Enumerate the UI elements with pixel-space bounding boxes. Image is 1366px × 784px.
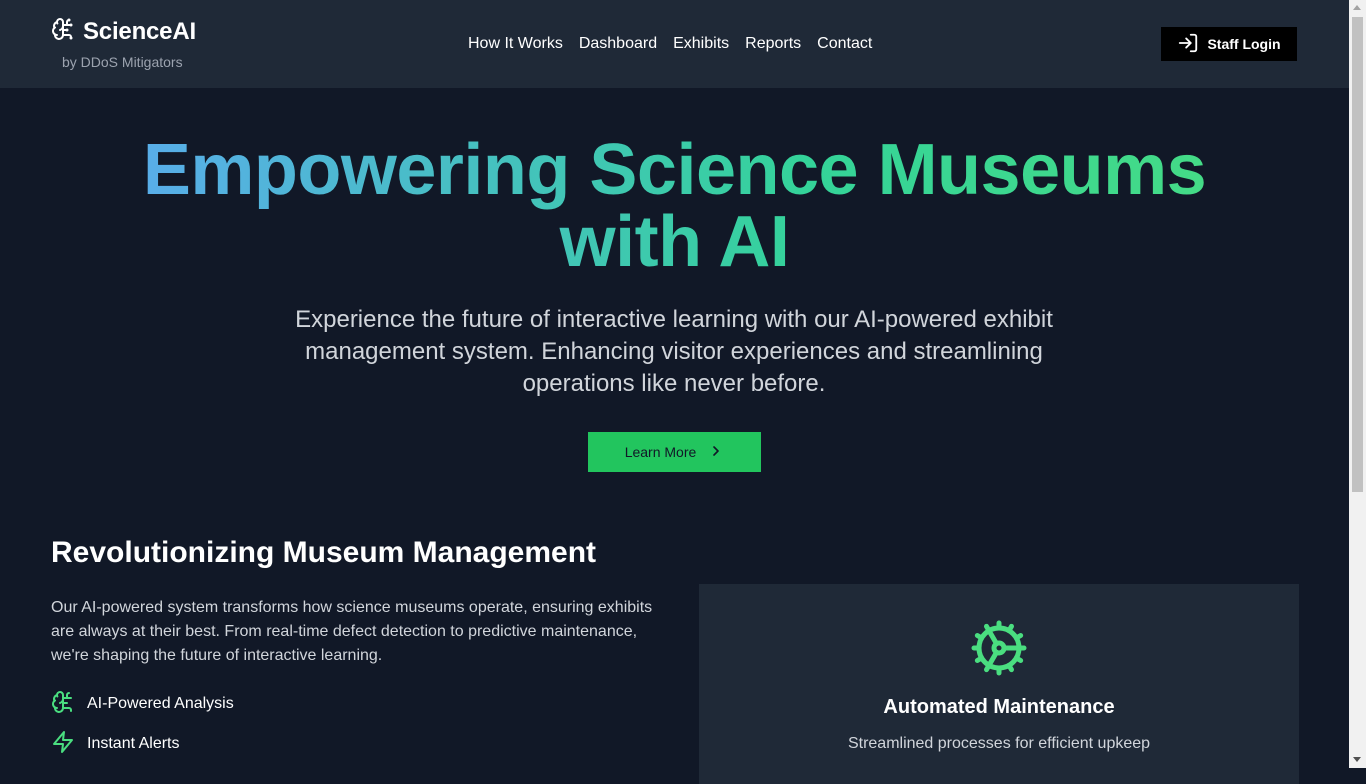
- scroll-down-arrow-icon[interactable]: [1353, 757, 1361, 762]
- learn-more-label: Learn More: [624, 444, 697, 460]
- main-nav: How It Works Dashboard Exhibits Reports …: [468, 35, 872, 53]
- page-scrollbar[interactable]: [1349, 0, 1366, 768]
- zap-icon: [51, 730, 75, 759]
- navbar: ScienceAI by DDoS Mitigators How It Work…: [0, 0, 1349, 88]
- gear-icon: [969, 618, 1029, 683]
- nav-link-how-it-works[interactable]: How It Works: [468, 35, 563, 53]
- brand-subtitle: by DDoS Mitigators: [62, 54, 183, 70]
- card-title: Automated Maintenance: [883, 696, 1115, 718]
- brand-name: ScienceAI: [83, 17, 196, 45]
- nav-link-dashboard[interactable]: Dashboard: [579, 35, 657, 53]
- brain-icon: [51, 17, 75, 46]
- log-in-icon: [1177, 32, 1199, 57]
- section-body: Our AI-powered system transforms how sci…: [51, 599, 653, 664]
- feature-list: AI-Powered Analysis Instant Alerts: [51, 690, 234, 772]
- brain-icon: [51, 690, 75, 719]
- feature-label: AI-Powered Analysis: [87, 695, 234, 712]
- staff-login-label: Staff Login: [1207, 36, 1281, 52]
- hero-subtitle: Experience the future of interactive lea…: [295, 306, 1053, 397]
- nav-link-reports[interactable]: Reports: [745, 35, 801, 53]
- feature-label: Instant Alerts: [87, 735, 180, 752]
- feature-item: AI-Powered Analysis: [51, 690, 234, 719]
- hero-title-line1: Empowering Science Museums: [142, 130, 1207, 210]
- feature-card: Automated Maintenance Streamlined proces…: [699, 584, 1299, 784]
- hero-title: Empowering Science Museums with AI: [0, 134, 1349, 278]
- hero-title-line2: with AI: [559, 202, 790, 282]
- section-title: Revolutionizing Museum Management: [51, 536, 597, 569]
- scroll-thumb[interactable]: [1352, 17, 1363, 492]
- nav-link-exhibits[interactable]: Exhibits: [673, 35, 729, 53]
- chevron-right-icon: [708, 443, 724, 462]
- nav-link-contact[interactable]: Contact: [817, 35, 872, 53]
- staff-login-button[interactable]: Staff Login: [1161, 27, 1297, 61]
- feature-item: Instant Alerts: [51, 730, 234, 759]
- scroll-up-arrow-icon[interactable]: [1353, 5, 1361, 10]
- card-description: Streamlined processes for efficient upke…: [847, 735, 1151, 752]
- learn-more-button[interactable]: Learn More: [588, 432, 761, 472]
- brand[interactable]: ScienceAI by DDoS Mitigators: [51, 17, 196, 70]
